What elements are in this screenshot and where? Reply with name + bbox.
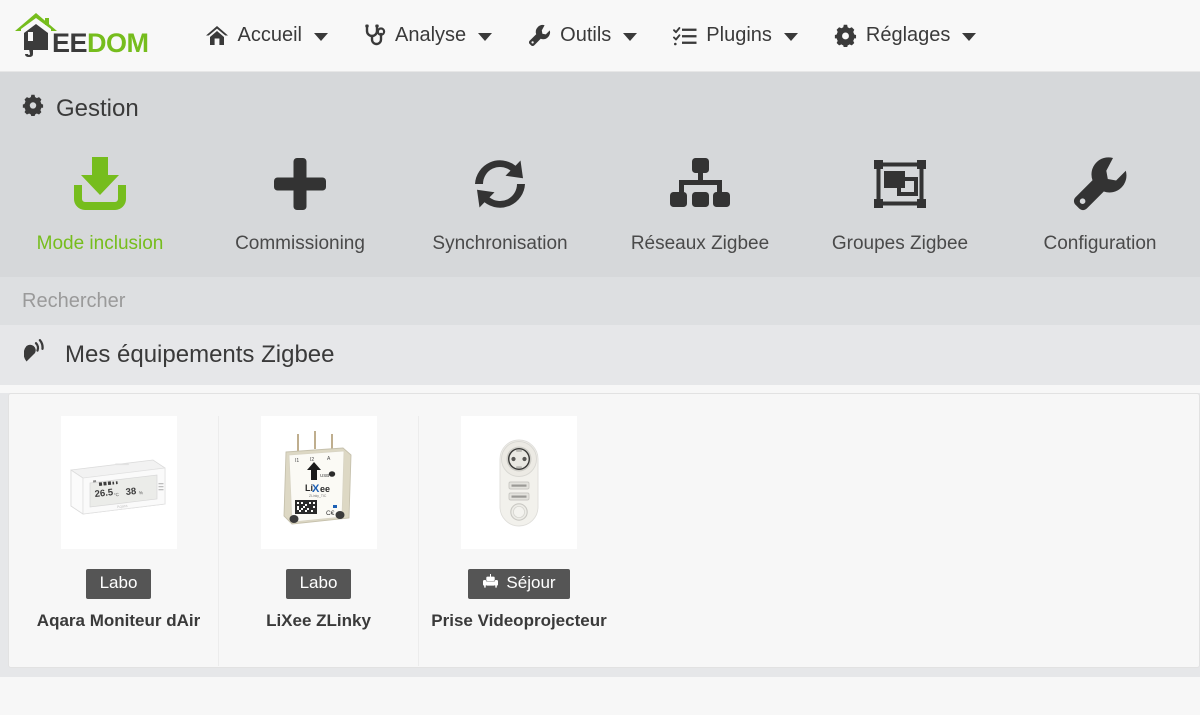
chevron-down-icon [314, 33, 329, 41]
nav-item-outils[interactable]: Outils [510, 0, 655, 72]
tool-configuration-label: Configuration [1043, 233, 1157, 254]
tool-reseaux-label: Synchronisation [432, 233, 568, 254]
inbox-download-icon [70, 153, 130, 215]
brand-logo-link[interactable]: EEDOM [8, 0, 157, 72]
svg-text:%: % [138, 490, 143, 495]
tool-reseaux-zigbee[interactable]: Réseaux Zigbee [600, 147, 800, 255]
brand-text-ee: EE [52, 28, 88, 58]
gear-icon [22, 94, 44, 123]
equipment-room-badge: Séjour [468, 569, 570, 600]
gear-icon [834, 24, 857, 47]
search-input[interactable] [22, 281, 1200, 321]
equipment-name: LiXee ZLinky [266, 611, 371, 631]
task-list-icon [673, 26, 697, 46]
equipment-room-badge: Labo [85, 569, 152, 600]
svg-text:I1: I1 [295, 458, 299, 464]
tool-mode-inclusion[interactable]: Mode inclusion [0, 147, 200, 255]
tool-synchronisation[interactable]: Synchronisation [400, 147, 600, 255]
svg-text:USB: USB [320, 473, 329, 478]
svg-text:I2: I2 [310, 457, 314, 463]
equipment-room-badge-label: Labo [299, 573, 338, 592]
nav-item-reglages-label: Réglages [865, 24, 951, 46]
wrench-icon [528, 24, 551, 47]
lixee-zlinky-module-photo: I1 I2 A USB Li X ee ZLinky_TIC C€ [260, 416, 377, 549]
couch-icon [482, 573, 499, 593]
tool-groupes-zigbee[interactable]: Groupes Zigbee [800, 147, 1000, 255]
chevron-down-icon [623, 33, 638, 41]
home-icon [205, 25, 229, 47]
gestion-header: Gestion [0, 72, 1200, 133]
svg-text:26.5: 26.5 [94, 487, 114, 500]
gestion-title: Gestion [56, 94, 139, 122]
equipment-card[interactable]: 26.5 °C 38 % Aqara Labo Aqara Moniteur d… [19, 416, 219, 666]
svg-text:C€: C€ [326, 510, 335, 517]
equipment-name: Aqara Moniteur dAir [36, 611, 201, 631]
bottom-strip [0, 677, 1200, 687]
stethoscope-icon [364, 24, 386, 48]
smart-plug-photo [461, 416, 577, 549]
aqara-air-monitor-photo: 26.5 °C 38 % Aqara [60, 416, 177, 549]
nav-item-accueil[interactable]: Accueil [187, 0, 346, 72]
equipment-name: Prise Videoprojecteur [431, 611, 607, 631]
chevron-down-icon [962, 33, 977, 41]
sync-refresh-icon [471, 153, 529, 215]
svg-text:ZLinky_TIC: ZLinky_TIC [309, 494, 327, 498]
wrench-icon [1072, 153, 1128, 215]
equipments-panel-wrap: 26.5 °C 38 % Aqara Labo Aqara Moniteur d… [0, 393, 1200, 677]
satellite-dish-icon [23, 339, 51, 371]
gestion-toolbar: Mode inclusion Commissioning Synchronisa… [0, 133, 1200, 277]
tool-commissioning[interactable]: Commissioning [200, 147, 400, 255]
svg-text:38: 38 [125, 485, 137, 497]
brand-text: EEDOM [52, 30, 149, 57]
equipment-card[interactable]: I1 I2 A USB Li X ee ZLinky_TIC C€ Labo L… [219, 416, 419, 666]
equipment-card[interactable]: Séjour Prise Videoprojecteur [419, 416, 619, 666]
top-navbar: EEDOM Accueil Analyse Outils Plugins Rég… [0, 0, 1200, 72]
equipments-panel: 26.5 °C 38 % Aqara Labo Aqara Moniteur d… [8, 393, 1200, 668]
nav-item-analyse[interactable]: Analyse [346, 0, 510, 72]
nav-item-plugins-label: Plugins [706, 24, 772, 46]
sitemap-icon [668, 153, 732, 215]
chevron-down-icon [783, 33, 798, 41]
equipments-section-title: Mes équipements Zigbee [65, 341, 335, 368]
object-group-icon [871, 153, 929, 215]
nav-item-reglages[interactable]: Réglages [816, 0, 995, 72]
tool-groupes-zigbee-label: Groupes Zigbee [831, 233, 969, 254]
gestion-panel: Gestion Mode inclusion Commissioning Syn… [0, 72, 1200, 277]
brand-text-dom: DOM [87, 28, 149, 58]
equipment-room-badge: Labo [285, 569, 352, 600]
tool-mode-inclusion-label: Mode inclusion [36, 233, 164, 254]
chevron-down-icon [478, 33, 493, 41]
tool-commissioning-label: Commissioning [235, 233, 365, 254]
nav-item-plugins[interactable]: Plugins [655, 0, 816, 72]
search-bar [0, 277, 1200, 325]
nav-item-outils-label: Outils [560, 24, 612, 46]
nav-item-accueil-label: Accueil [237, 24, 303, 46]
tool-configuration[interactable]: Configuration [1000, 147, 1200, 255]
equipment-room-badge-label: Séjour [506, 573, 556, 592]
nav-item-analyse-label: Analyse [395, 24, 467, 46]
equipments-section-header: Mes équipements Zigbee [0, 325, 1200, 385]
tool-reseaux-zigbee-label: Réseaux Zigbee [630, 233, 770, 254]
equipment-room-badge-label: Labo [99, 573, 138, 592]
svg-text:ee: ee [320, 484, 330, 494]
plus-icon [271, 153, 329, 215]
